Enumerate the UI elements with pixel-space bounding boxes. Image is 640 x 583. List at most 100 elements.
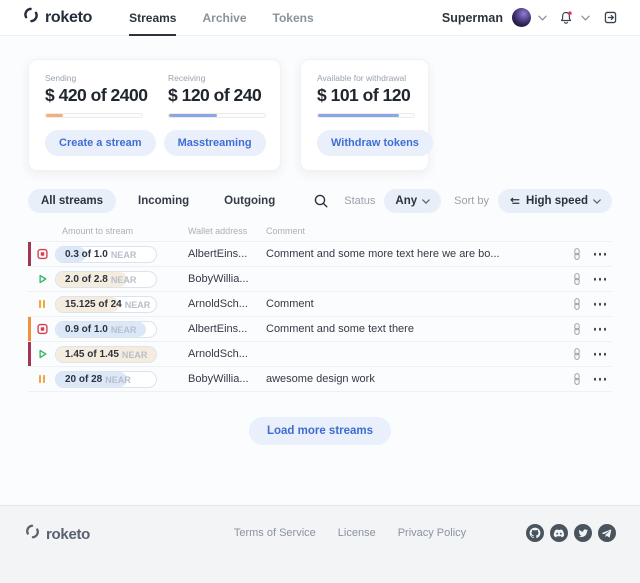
- receiving-progress-bar: [168, 113, 266, 118]
- sort-value: High speed: [526, 195, 588, 207]
- withdrawal-value: $ 101 of 120: [317, 85, 415, 106]
- twitter-icon[interactable]: [574, 524, 592, 542]
- status-value: Any: [395, 195, 417, 207]
- amount-progress-pill[interactable]: 0.9 of 1.0 NEAR: [55, 321, 157, 338]
- amount-progress-pill[interactable]: 0.3 of 1.0 NEAR: [55, 246, 157, 263]
- token-symbol: NEAR: [111, 250, 137, 260]
- link-icon[interactable]: [572, 297, 582, 311]
- play-icon[interactable]: [37, 274, 48, 285]
- stop-icon[interactable]: [37, 324, 48, 335]
- receiving-stat: Receiving $ 120 of 240: [168, 73, 266, 118]
- row-menu-button[interactable]: [592, 249, 609, 260]
- terms-of-service-link[interactable]: Terms of Service: [234, 527, 316, 539]
- user-name: Superman: [442, 11, 503, 25]
- nav-tab-streams[interactable]: Streams: [116, 0, 189, 36]
- row-status-stripe: [28, 367, 31, 391]
- license-link[interactable]: License: [338, 527, 376, 539]
- chevron-down-icon: [422, 199, 430, 204]
- token-symbol: NEAR: [111, 275, 137, 285]
- load-more-button[interactable]: Load more streams: [249, 417, 391, 445]
- link-icon[interactable]: [572, 322, 582, 336]
- summary-cards: Sending $ 420 of 2400 Receiving $ 120 of…: [28, 59, 612, 171]
- link-icon[interactable]: [572, 272, 582, 286]
- notifications-chevron-icon[interactable]: [581, 15, 590, 21]
- withdrawal-card: Available for withdrawal $ 101 of 120 Wi…: [300, 59, 429, 171]
- sort-dropdown[interactable]: High speed: [498, 189, 612, 213]
- app-logo[interactable]: roketo: [22, 6, 92, 29]
- table-row: 15.125 of 24 NEAR ArnoldSch... Comment: [28, 292, 612, 317]
- avatar[interactable]: [512, 8, 531, 27]
- tab-outgoing[interactable]: Outgoing: [211, 189, 288, 213]
- pause-icon[interactable]: [37, 299, 47, 310]
- sending-stat: Sending $ 420 of 2400: [45, 73, 143, 118]
- create-stream-button[interactable]: Create a stream: [45, 130, 156, 156]
- github-icon[interactable]: [526, 524, 544, 542]
- logout-icon[interactable]: [603, 10, 618, 25]
- status-label: Status: [344, 195, 375, 207]
- link-icon[interactable]: [572, 372, 582, 386]
- amount-progress-pill[interactable]: 1.45 of 1.45 NEAR: [55, 346, 157, 363]
- wallet-address: AlbertEins...: [188, 248, 247, 260]
- tab-all-streams[interactable]: All streams: [28, 189, 116, 213]
- stream-comment: Comment: [266, 298, 314, 310]
- play-icon[interactable]: [37, 349, 48, 360]
- main-nav: Streams Archive Tokens: [116, 0, 327, 36]
- token-symbol: NEAR: [125, 300, 151, 310]
- table-row: 1.45 of 1.45 NEAR ArnoldSch...: [28, 342, 612, 367]
- user-menu-chevron-icon[interactable]: [538, 15, 547, 21]
- footer-logo-text: roketo: [46, 526, 90, 543]
- nav-tab-tokens[interactable]: Tokens: [260, 0, 327, 36]
- table-row: 20 of 28 NEAR BobyWillia... awesome desi…: [28, 367, 612, 392]
- link-icon[interactable]: [572, 347, 582, 361]
- row-menu-button[interactable]: [592, 349, 609, 360]
- withdraw-tokens-button[interactable]: Withdraw tokens: [317, 130, 433, 156]
- app-header: roketo Streams Archive Tokens Superman: [0, 0, 640, 36]
- withdrawal-progress-bar: [317, 113, 415, 118]
- discord-icon[interactable]: [550, 524, 568, 542]
- notification-bell-icon[interactable]: [558, 10, 574, 26]
- token-symbol: NEAR: [105, 375, 131, 385]
- telegram-icon[interactable]: [598, 524, 616, 542]
- row-status-stripe: [28, 342, 31, 366]
- row-menu-button[interactable]: [592, 324, 609, 335]
- masstreaming-button[interactable]: Masstreaming: [164, 130, 266, 156]
- roketo-swirl-icon: [24, 523, 41, 545]
- search-icon[interactable]: [313, 193, 329, 209]
- amount-progress-pill[interactable]: 20 of 28 NEAR: [55, 371, 157, 388]
- row-status-stripe: [28, 317, 31, 341]
- amount-text: 0.3 of 1.0: [65, 249, 108, 260]
- tab-incoming[interactable]: Incoming: [125, 189, 202, 213]
- withdrawal-label: Available for withdrawal: [317, 73, 415, 83]
- sending-value: $ 420 of 2400: [45, 85, 143, 106]
- row-menu-button[interactable]: [592, 299, 609, 310]
- stream-comment: awesome design work: [266, 373, 375, 385]
- nav-tab-archive[interactable]: Archive: [189, 0, 259, 36]
- wallet-address: AlbertEins...: [188, 323, 247, 335]
- withdrawal-stat: Available for withdrawal $ 101 of 120: [317, 73, 415, 118]
- amount-text: 1.45 of 1.45: [65, 349, 119, 360]
- stop-icon[interactable]: [37, 249, 48, 260]
- row-status-stripe: [28, 292, 31, 316]
- amount-progress-pill[interactable]: 15.125 of 24 NEAR: [55, 296, 157, 313]
- link-icon[interactable]: [572, 247, 582, 261]
- token-symbol: NEAR: [122, 350, 148, 360]
- streams-summary-card: Sending $ 420 of 2400 Receiving $ 120 of…: [28, 59, 281, 171]
- footer-logo[interactable]: roketo: [24, 523, 174, 545]
- column-comment: Comment: [266, 226, 305, 236]
- pause-icon[interactable]: [37, 374, 47, 385]
- amount-text: 15.125 of 24: [65, 299, 122, 310]
- sort-by-label: Sort by: [454, 195, 489, 207]
- row-status-stripe: [28, 267, 31, 291]
- wallet-address: ArnoldSch...: [188, 348, 248, 360]
- amount-progress-pill[interactable]: 2.0 of 2.8 NEAR: [55, 271, 157, 288]
- column-wallet: Wallet address: [188, 226, 247, 236]
- row-menu-button[interactable]: [592, 374, 609, 385]
- token-symbol: NEAR: [111, 325, 137, 335]
- row-menu-button[interactable]: [592, 274, 609, 285]
- footer-links: Terms of Service License Privacy Policy: [174, 523, 526, 539]
- footer: roketo Terms of Service License Privacy …: [0, 505, 640, 583]
- status-dropdown[interactable]: Any: [384, 189, 441, 213]
- amount-text: 20 of 28: [65, 374, 102, 385]
- privacy-policy-link[interactable]: Privacy Policy: [398, 527, 466, 539]
- amount-text: 2.0 of 2.8: [65, 274, 108, 285]
